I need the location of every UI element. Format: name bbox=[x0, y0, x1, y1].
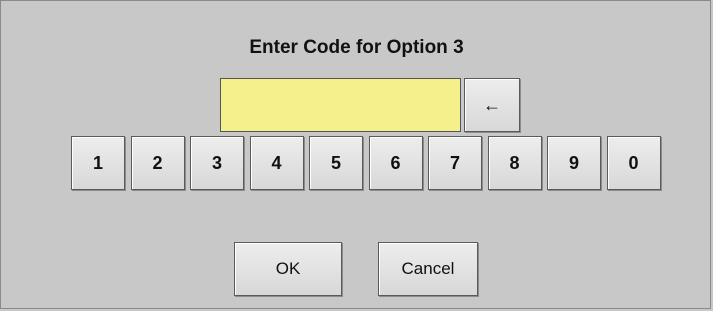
backspace-button[interactable]: ← bbox=[464, 78, 520, 132]
digit-button-3[interactable]: 3 bbox=[190, 136, 244, 190]
digit-button-4[interactable]: 4 bbox=[249, 136, 304, 190]
dialog-title: Enter Code for Option 3 bbox=[249, 37, 464, 58]
code-input[interactable] bbox=[220, 78, 461, 132]
cancel-button[interactable]: Cancel bbox=[378, 242, 478, 296]
ok-button[interactable]: OK bbox=[234, 242, 342, 296]
enter-code-dialog: Enter Code for Option 3 ← 1 2 3 4 5 6 7 … bbox=[0, 0, 711, 309]
digit-button-0[interactable]: 0 bbox=[606, 136, 661, 190]
digit-button-9[interactable]: 9 bbox=[547, 136, 601, 190]
digit-button-6[interactable]: 6 bbox=[368, 136, 423, 190]
digit-button-1[interactable]: 1 bbox=[71, 136, 125, 190]
digit-button-7[interactable]: 7 bbox=[428, 136, 482, 190]
backspace-arrow-icon: ← bbox=[483, 94, 501, 115]
digit-button-2[interactable]: 2 bbox=[130, 136, 185, 190]
digit-button-8[interactable]: 8 bbox=[487, 136, 542, 190]
digit-button-5[interactable]: 5 bbox=[309, 136, 363, 190]
